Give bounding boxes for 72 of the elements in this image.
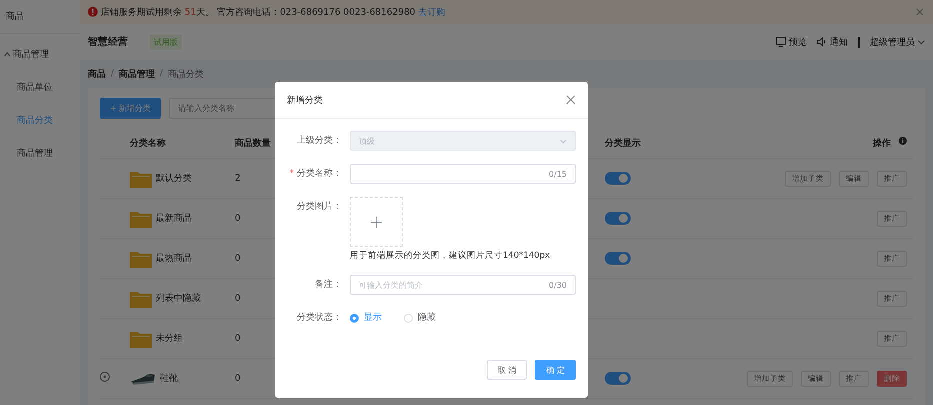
select-value: 顶级	[359, 136, 375, 146]
folder-icon	[130, 290, 152, 308]
product-count: 0	[235, 334, 241, 344]
breadcrumb-item: 商品分类	[168, 68, 204, 80]
dialog-title: 新增分类	[287, 94, 323, 106]
category-name: 鞋靴	[160, 372, 178, 385]
expand-icon[interactable]	[100, 372, 110, 382]
sidebar-item[interactable]: 商品单位	[0, 71, 80, 104]
display-switch[interactable]	[605, 172, 631, 185]
breadcrumb-separator: /	[111, 69, 114, 79]
category-name: 未分组	[156, 332, 183, 345]
confirm-button[interactable]: 确 定	[535, 360, 576, 380]
caret-icon	[560, 138, 567, 144]
category-name: 列表中隐藏	[156, 292, 201, 305]
chevron-icon	[4, 51, 11, 58]
product-count: 2	[235, 174, 241, 184]
char-counter: 0/30	[549, 280, 567, 290]
sidebar-group-label: 商品管理	[13, 48, 49, 61]
plus-icon	[371, 216, 382, 228]
radio-option[interactable]: 显示	[350, 308, 382, 328]
field-label: 上级分类：	[296, 134, 343, 148]
column-header: 分类显示	[605, 137, 641, 150]
speaker-icon	[817, 37, 827, 47]
folder-icon	[130, 330, 152, 348]
display-switch[interactable]	[605, 212, 631, 225]
breadcrumb-item[interactable]: 商品	[88, 68, 106, 80]
column-header: 操作	[873, 138, 891, 150]
alert-icon	[88, 7, 98, 17]
field-label: 分类图片：	[296, 200, 343, 214]
char-counter: 0/15	[549, 170, 567, 178]
display-switch[interactable]	[605, 372, 631, 385]
placeholder-text: 可输入分类的简介	[359, 280, 423, 290]
column-header: 商品数量	[235, 137, 271, 150]
product-count: 0	[235, 294, 241, 304]
sidebar-item[interactable]: 商品分类	[0, 104, 80, 137]
close-button[interactable]: ×	[914, 5, 925, 19]
input-field[interactable]: 可输入分类的简介 0/30	[350, 275, 576, 295]
cancel-button[interactable]: 取 消	[486, 360, 528, 380]
field-label: 分类状态：	[296, 312, 343, 325]
sidebar-item[interactable]: 商品管理	[0, 137, 80, 170]
category-name: 最新商品	[156, 212, 192, 225]
close-icon[interactable]	[566, 95, 576, 105]
caret-icon	[918, 40, 925, 44]
user-menu[interactable]: 超级管理员	[870, 36, 915, 48]
product-count: 0	[235, 374, 241, 384]
brand-name: 智慧经营	[88, 36, 128, 49]
order-link[interactable]: 去订购	[418, 8, 446, 18]
sidebar-group[interactable]: 商品管理	[0, 34, 80, 71]
category-name: 默认分类	[156, 172, 192, 185]
field-label: 备注：	[314, 278, 343, 292]
breadcrumb-item[interactable]: 商品管理	[119, 68, 156, 80]
folder-icon	[130, 210, 152, 228]
input-field[interactable]: 0/15	[350, 164, 576, 184]
display-switch[interactable]	[605, 252, 631, 265]
breadcrumb-separator: /	[160, 69, 164, 79]
upload-hint: 用于前端展示的分类图，建议图片尺寸140*140px	[350, 250, 550, 262]
add-category-button[interactable]: + 新增分类	[100, 98, 162, 119]
radio-option[interactable]: 隐藏	[404, 308, 436, 328]
trial-tag: 试用版	[150, 34, 182, 50]
product-count: 0	[235, 254, 241, 264]
header-link[interactable]: 通知	[830, 36, 848, 48]
folder-icon	[130, 250, 152, 268]
notice-text: 店铺服务期试用剩余 51天。 官方咨询电话：023-6869176 0023-68162980 去订购	[101, 6, 446, 18]
field-label: * 分类名称：	[288, 168, 343, 181]
info-icon	[899, 137, 907, 145]
preview-icon	[776, 37, 786, 47]
upload-field[interactable]	[350, 197, 403, 247]
folder-icon	[130, 170, 152, 188]
category-name: 最热商品	[156, 252, 192, 265]
product-count: 0	[235, 214, 241, 224]
column-header: 分类名称	[130, 137, 166, 150]
header-link[interactable]: 预览	[789, 36, 807, 48]
